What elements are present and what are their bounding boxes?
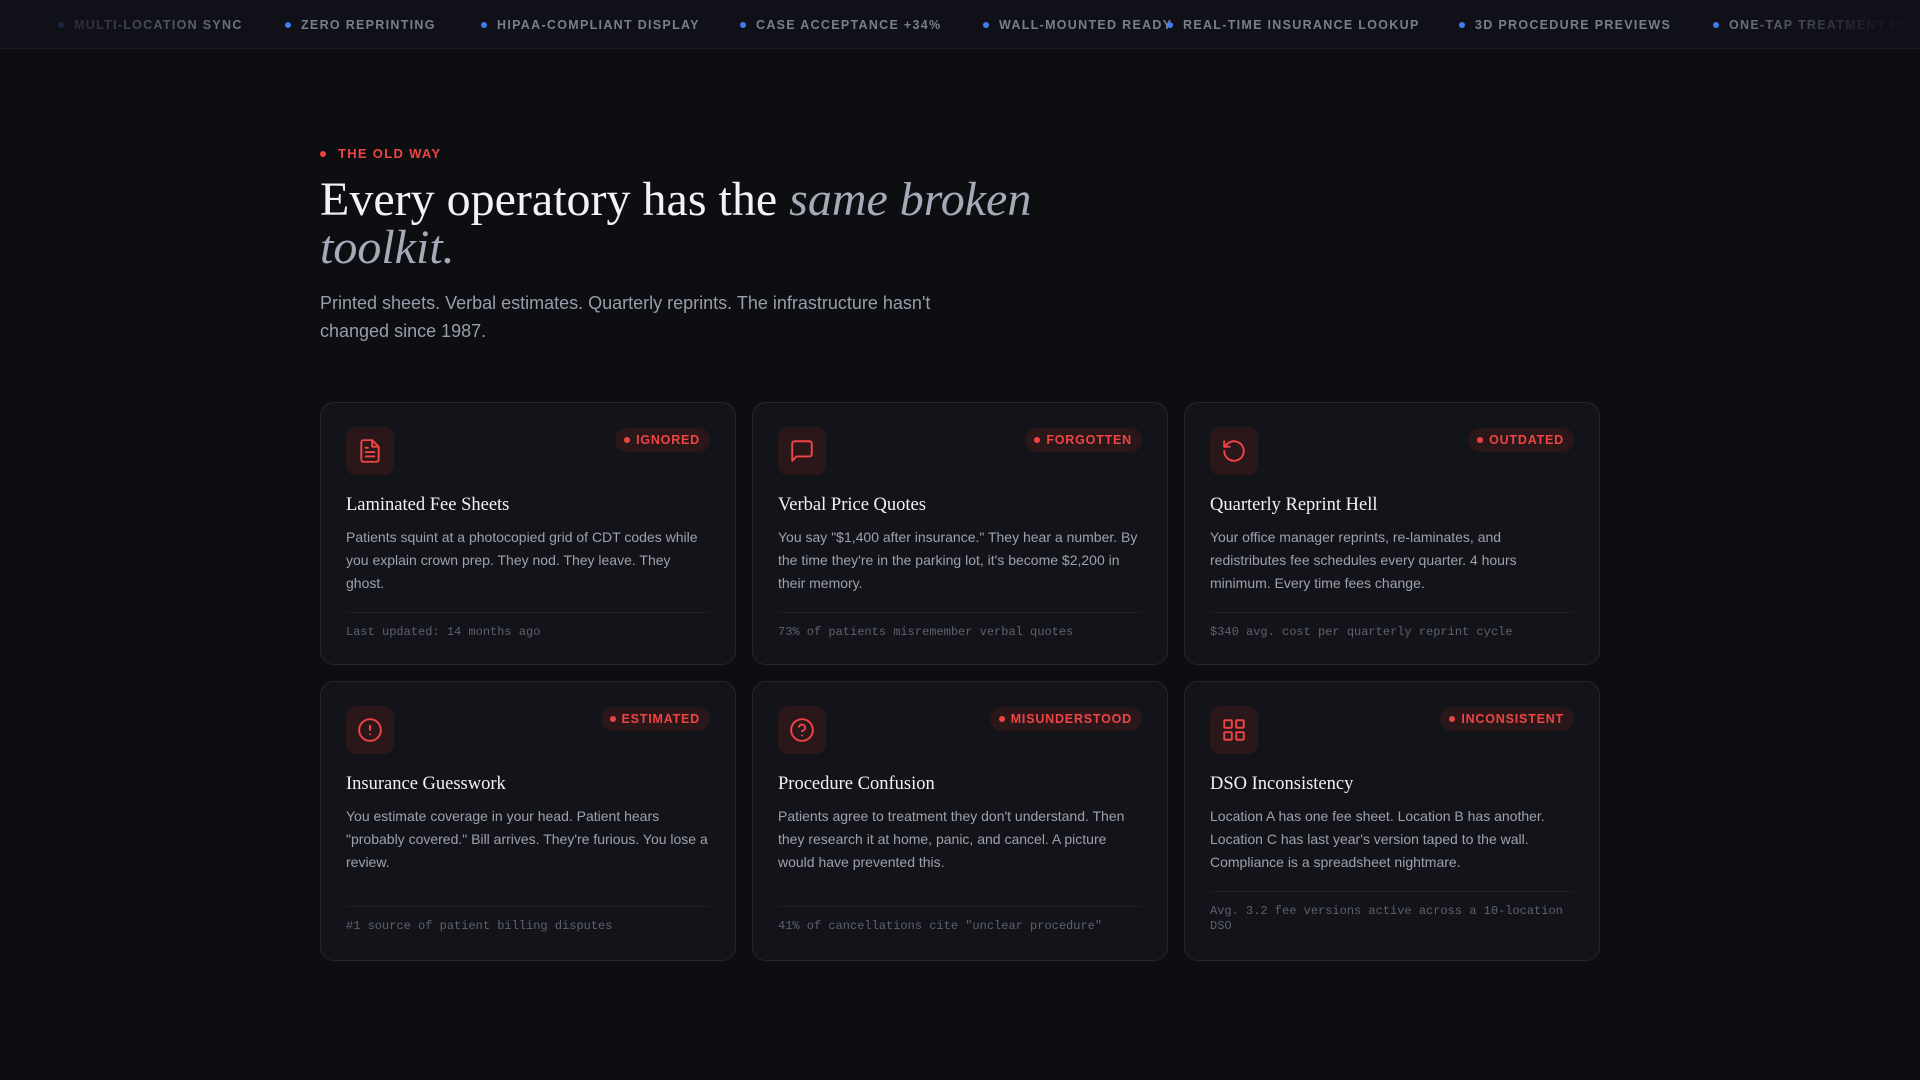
question-circle-icon <box>778 706 826 754</box>
badge-label: OUTDATED <box>1489 433 1564 447</box>
marquee-item: HIPAA-COMPLIANT DISPLAY <box>481 18 700 32</box>
problem-card: ESTIMATED Insurance Guesswork You estima… <box>320 681 736 961</box>
card-title: Laminated Fee Sheets <box>346 495 510 515</box>
section-headline: Every operatory has the same broken tool… <box>320 176 1040 272</box>
marquee-item: WALL-MOUNTED READY <box>983 18 1172 32</box>
badge-label: MISUNDERSTOOD <box>1010 712 1132 726</box>
problem-card: INCONSISTENT DSO Inconsistency Location … <box>1184 681 1600 961</box>
card-body: Patients squint at a photocopied grid of… <box>346 529 698 591</box>
alert-circle-icon <box>346 706 394 754</box>
chat-bubble-icon <box>778 427 826 475</box>
marquee-item-label: ZERO REPRINTING <box>301 18 436 32</box>
eyebrow-dot-icon <box>320 150 326 157</box>
marquee-item: 3D PROCEDURE PREVIEWS <box>1459 18 1671 32</box>
headline-plain: Every operatory has the <box>320 173 790 226</box>
section-lede: Printed sheets. Verbal estimates. Quarte… <box>320 293 931 341</box>
status-badge: ESTIMATED <box>600 707 710 731</box>
card-body: Location A has one fee sheet. Location B… <box>1210 808 1545 870</box>
grid-icon <box>1210 706 1258 754</box>
marquee-item: MULTI-LOCATION SYNC <box>58 18 243 32</box>
status-badge: IGNORED <box>615 428 710 452</box>
card-body: You say "$1,400 after insurance." They h… <box>778 529 1138 591</box>
card-body: Patients agree to treatment they don't u… <box>778 808 1125 870</box>
bullet-dot-icon <box>481 22 487 28</box>
card-footer-stat: $340 avg. cost per quarterly reprint cyc… <box>1210 612 1574 640</box>
bullet-dot-icon <box>1167 22 1173 28</box>
badge-label: FORGOTTEN <box>1046 433 1132 447</box>
status-badge: FORGOTTEN <box>1025 428 1142 452</box>
badge-dot-icon <box>1034 437 1041 443</box>
card-title: DSO Inconsistency <box>1210 774 1354 794</box>
marquee-item-label: REAL-TIME INSURANCE LOOKUP <box>1183 18 1420 32</box>
status-badge: INCONSISTENT <box>1440 707 1574 731</box>
badge-dot-icon <box>1477 437 1484 443</box>
feature-marquee: MULTI-LOCATION SYNC ZERO REPRINTING HIPA… <box>0 0 1920 49</box>
section-eyebrow: THE OLD WAY <box>320 146 441 161</box>
card-title: Procedure Confusion <box>778 774 935 794</box>
refresh-icon <box>1210 427 1258 475</box>
card-body: Your office manager reprints, re-laminat… <box>1210 529 1517 591</box>
card-body: You estimate coverage in your head. Pati… <box>346 808 708 870</box>
card-title: Verbal Price Quotes <box>778 495 926 515</box>
problem-card: FORGOTTEN Verbal Price Quotes You say "$… <box>752 402 1168 665</box>
card-footer-stat: Avg. 3.2 fee versions active across a 10… <box>1210 891 1574 934</box>
status-badge: OUTDATED <box>1468 428 1574 452</box>
marquee-item-label: ONE-TAP TREATMENT PL <box>1729 18 1910 32</box>
status-badge: MISUNDERSTOOD <box>989 707 1142 731</box>
document-icon <box>346 427 394 475</box>
card-footer-stat: #1 source of patient billing disputes <box>346 906 710 934</box>
card-footer-stat: Last updated: 14 months ago <box>346 612 710 640</box>
problem-card: IGNORED Laminated Fee Sheets Patients sq… <box>320 402 736 665</box>
eyebrow-label: THE OLD WAY <box>338 146 442 161</box>
card-footer-stat: 73% of patients misremember verbal quote… <box>778 612 1142 640</box>
problem-card: MISUNDERSTOOD Procedure Confusion Patien… <box>752 681 1168 961</box>
marquee-item-label: MULTI-LOCATION SYNC <box>74 18 243 32</box>
marquee-item: CASE ACCEPTANCE +34% <box>740 18 941 32</box>
problem-card: OUTDATED Quarterly Reprint Hell Your off… <box>1184 402 1600 665</box>
bullet-dot-icon <box>285 22 291 28</box>
badge-dot-icon <box>609 716 616 722</box>
bullet-dot-icon <box>1459 22 1465 28</box>
badge-label: INCONSISTENT <box>1461 712 1564 726</box>
marquee-item-label: WALL-MOUNTED READY <box>999 18 1173 32</box>
badge-dot-icon <box>624 437 631 443</box>
bullet-dot-icon <box>983 22 989 28</box>
bullet-dot-icon <box>58 22 64 28</box>
marquee-item: REAL-TIME INSURANCE LOOKUP <box>1167 18 1420 32</box>
marquee-item: ONE-TAP TREATMENT PL <box>1713 18 1909 32</box>
badge-label: ESTIMATED <box>621 712 700 726</box>
marquee-item-label: HIPAA-COMPLIANT DISPLAY <box>497 18 700 32</box>
marquee-item: ZERO REPRINTING <box>285 18 436 32</box>
badge-label: IGNORED <box>636 433 700 447</box>
badge-dot-icon <box>1449 716 1456 722</box>
marquee-item-label: 3D PROCEDURE PREVIEWS <box>1475 18 1672 32</box>
card-title: Quarterly Reprint Hell <box>1210 495 1378 515</box>
badge-dot-icon <box>998 716 1005 722</box>
bullet-dot-icon <box>740 22 746 28</box>
marquee-item-label: CASE ACCEPTANCE +34% <box>756 18 942 32</box>
bullet-dot-icon <box>1713 22 1719 28</box>
problem-card-grid: IGNORED Laminated Fee Sheets Patients sq… <box>320 402 1600 961</box>
card-footer-stat: 41% of cancellations cite "unclear proce… <box>778 906 1142 934</box>
card-title: Insurance Guesswork <box>346 774 506 794</box>
